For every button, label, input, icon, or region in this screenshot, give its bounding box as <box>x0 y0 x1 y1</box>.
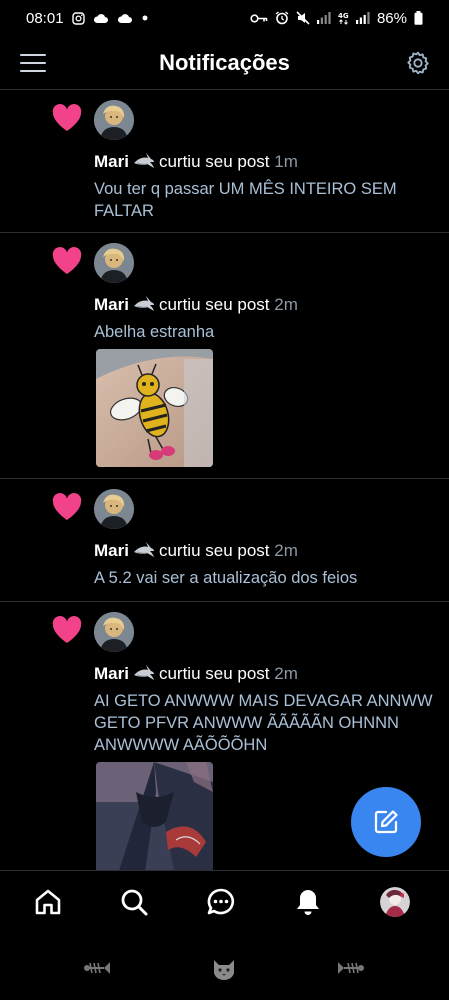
menu-icon[interactable] <box>20 51 46 75</box>
shark-emoji-icon <box>133 542 154 557</box>
bee-sticker-photo[interactable] <box>96 349 213 467</box>
notification-headline: Mari curtiu seu post 2m <box>94 664 298 684</box>
app-header: Notificações <box>0 36 449 90</box>
battery-percent: 86% <box>376 9 407 27</box>
timestamp: 1m <box>274 152 298 171</box>
avatar[interactable] <box>94 243 134 283</box>
anime-character-photo[interactable] <box>96 762 213 870</box>
system-nav-bar <box>0 936 449 1000</box>
compose-icon <box>374 810 398 834</box>
instagram-icon <box>71 11 85 25</box>
avatar[interactable] <box>94 612 134 652</box>
profile-avatar[interactable] <box>380 887 410 917</box>
post-snippet[interactable]: Vou ter q passar UM MÊS INTEIRO SEM FALT… <box>94 178 434 222</box>
shark-emoji-icon <box>133 153 154 168</box>
notification-headline: Mari curtiu seu post 2m <box>94 295 298 315</box>
timestamp: 2m <box>274 295 298 314</box>
user-name[interactable]: Mari <box>94 152 129 171</box>
mute-icon <box>296 11 310 25</box>
nav-notifications[interactable] <box>293 887 323 917</box>
user-name[interactable]: Mari <box>94 295 129 314</box>
search-icon <box>121 889 148 916</box>
svg-text:4G: 4G <box>338 12 349 20</box>
timestamp: 2m <box>274 664 298 683</box>
alarm-icon <box>275 11 289 25</box>
page-title: Notificações <box>159 49 290 75</box>
timestamp: 2m <box>274 541 298 560</box>
battery-icon <box>414 11 423 25</box>
heart-icon <box>52 104 82 131</box>
user-name[interactable]: Mari <box>94 541 129 560</box>
notification-action: curtiu seu post <box>158 152 270 171</box>
shark-emoji-icon <box>133 665 154 680</box>
dot-icon <box>142 15 148 21</box>
cloud-icon <box>117 13 132 23</box>
cloud-icon <box>93 13 108 23</box>
messages-icon <box>207 888 235 915</box>
status-bar: 08:01 4G 86% <box>0 0 449 36</box>
fish-bone-icon[interactable] <box>336 956 366 980</box>
nav-search[interactable] <box>119 887 149 917</box>
notification-headline: Mari curtiu seu post 2m <box>94 541 298 561</box>
avatar[interactable] <box>94 489 134 529</box>
bottom-nav <box>0 870 449 936</box>
compose-button[interactable] <box>351 787 421 857</box>
post-snippet[interactable]: AI GETO ANWWW MAIS DEVAGAR ANNWW GETO PF… <box>94 690 434 756</box>
key-icon <box>250 13 268 23</box>
bell-icon <box>297 890 319 915</box>
heart-icon <box>52 493 82 520</box>
4g-icon: 4G <box>338 12 349 25</box>
notification-item[interactable]: Mari curtiu seu post 2m Abelha estranha <box>0 233 449 479</box>
heart-icon <box>52 616 82 643</box>
gear-icon[interactable] <box>405 50 431 76</box>
status-time: 08:01 <box>26 9 64 27</box>
cat-icon[interactable] <box>209 956 239 980</box>
notification-action: curtiu seu post <box>158 295 270 314</box>
fish-bone-icon[interactable] <box>82 956 112 980</box>
notification-item[interactable]: Mari curtiu seu post 1m Vou ter q passar … <box>0 90 449 233</box>
nav-home[interactable] <box>33 887 63 917</box>
notification-action: curtiu seu post <box>158 664 270 683</box>
heart-icon <box>52 247 82 274</box>
avatar[interactable] <box>94 100 134 140</box>
notification-item[interactable]: Mari curtiu seu post 2m A 5.2 vai ser a a… <box>0 479 449 602</box>
post-snippet[interactable]: A 5.2 vai ser a atualização dos feios <box>94 567 434 589</box>
user-name[interactable]: Mari <box>94 664 129 683</box>
notification-feed[interactable]: Mari curtiu seu post 1m Vou ter q passar … <box>0 90 449 870</box>
signal-icon <box>355 12 370 24</box>
post-snippet[interactable]: Abelha estranha <box>94 321 434 343</box>
notification-action: curtiu seu post <box>158 541 270 560</box>
home-icon <box>35 889 61 915</box>
nav-messages[interactable] <box>206 887 236 917</box>
notification-headline: Mari curtiu seu post 1m <box>94 152 298 172</box>
shark-emoji-icon <box>133 296 154 311</box>
signal-icon <box>316 12 331 24</box>
